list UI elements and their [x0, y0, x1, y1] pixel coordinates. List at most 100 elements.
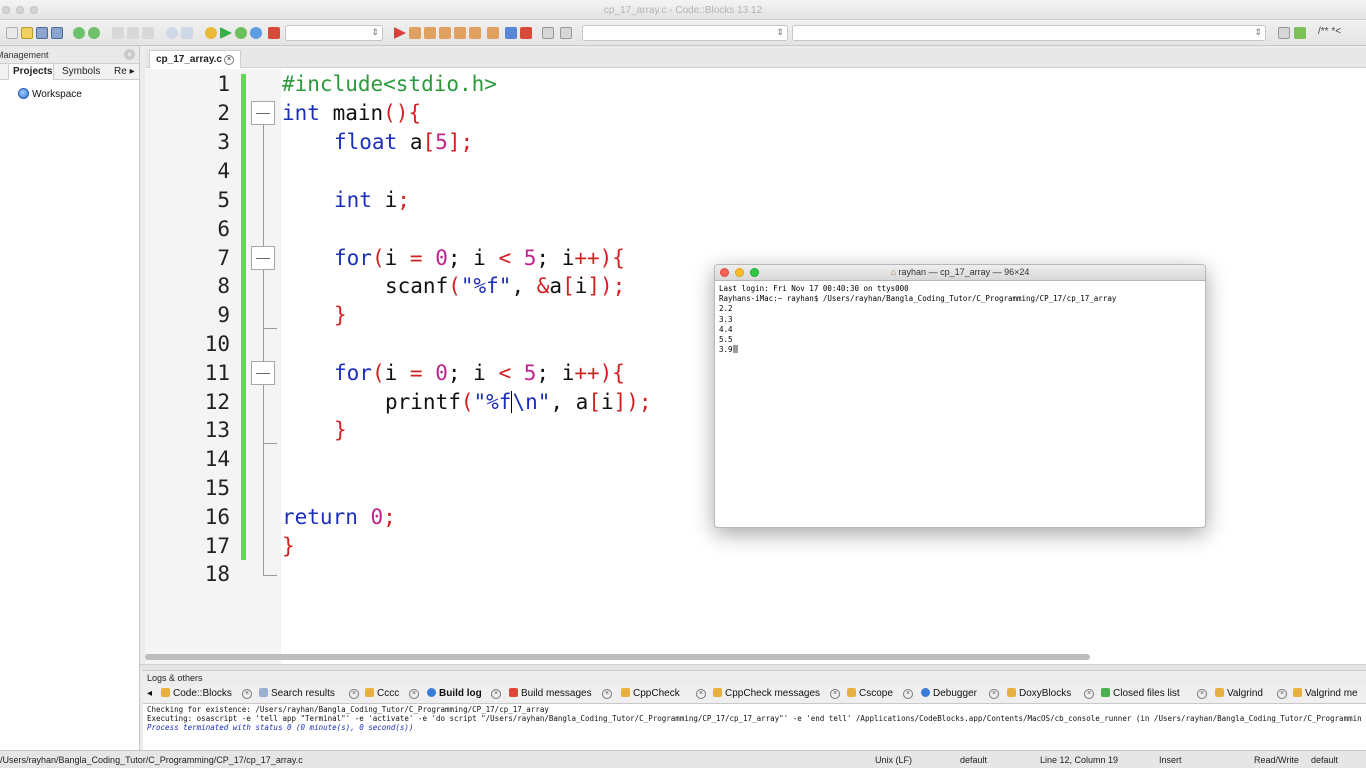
debug-icon[interactable]: [394, 27, 406, 39]
tree-item-workspace[interactable]: Workspace: [18, 88, 82, 100]
build-icon[interactable]: [205, 27, 217, 39]
bracket: (: [448, 274, 461, 298]
close-icon[interactable]: ×: [349, 689, 359, 699]
fold-toggle-for-1[interactable]: [251, 246, 275, 270]
run-to-cursor-icon[interactable]: [409, 27, 421, 39]
close-icon[interactable]: ×: [491, 689, 501, 699]
close-icon[interactable]: ×: [1197, 689, 1207, 699]
tab-search-results[interactable]: Search results: [259, 688, 335, 699]
pause-icon[interactable]: [505, 27, 517, 39]
run-icon[interactable]: [220, 27, 232, 39]
open-file-icon[interactable]: [21, 27, 33, 39]
tab-valgrind-messages[interactable]: Valgrind me: [1293, 688, 1358, 699]
code-line-12[interactable]: printf("%f\n", a[i]);: [385, 388, 652, 416]
find-icon[interactable]: [166, 27, 178, 39]
scope-select[interactable]: ⇕: [582, 25, 788, 41]
tab-label: Debugger: [933, 688, 977, 699]
terminal-window[interactable]: ⌂ rayhan — cp_17_array — 96×24 Last logi…: [714, 264, 1206, 528]
tab-debugger[interactable]: Debugger: [921, 688, 977, 699]
tab-resources[interactable]: Re ▸: [114, 64, 135, 80]
close-icon[interactable]: ×: [696, 689, 706, 699]
code-line-1[interactable]: #include<stdio.h>: [282, 70, 497, 98]
next-line-icon[interactable]: [424, 27, 436, 39]
close-icon[interactable]: ×: [989, 689, 999, 699]
new-file-icon[interactable]: [6, 27, 18, 39]
step-into-icon[interactable]: [439, 27, 451, 39]
tab-label: Code::Blocks: [173, 688, 232, 699]
status-eol: Unix (LF): [875, 755, 913, 765]
code-line-11[interactable]: for(i = 0; i < 5; i++){: [334, 359, 625, 387]
tab-cccc[interactable]: Cccc: [365, 688, 399, 699]
doxyblocks-comment-button[interactable]: /** *<: [1318, 26, 1341, 37]
bracket: [: [562, 274, 575, 298]
build-target-select[interactable]: ⇕: [285, 25, 383, 41]
close-icon[interactable]: ×: [602, 689, 612, 699]
fold-toggle-main[interactable]: [251, 101, 275, 125]
fold-toggle-for-2[interactable]: [251, 361, 275, 385]
jump-icon[interactable]: [1294, 27, 1306, 39]
cut-icon[interactable]: [112, 27, 124, 39]
close-icon[interactable]: ×: [124, 49, 135, 60]
debug-info-icon[interactable]: [560, 27, 572, 39]
tab-label: Build log: [439, 688, 482, 699]
line-number: 10: [204, 332, 230, 356]
replace-icon[interactable]: [181, 27, 193, 39]
terminal-output[interactable]: Last login: Fri Nov 17 00:40:30 on ttys0…: [715, 281, 1205, 358]
tab-codeblocks-log[interactable]: Code::Blocks: [161, 688, 232, 699]
paste-icon[interactable]: [142, 27, 154, 39]
build-run-icon[interactable]: [235, 27, 247, 39]
code-line-3[interactable]: float a[5];: [334, 128, 473, 156]
chevron-right-icon[interactable]: ▸: [130, 66, 135, 77]
toolbar: ⇕ ⇕ ⇕ /** *<: [0, 20, 1366, 46]
close-icon[interactable]: ×: [242, 689, 252, 699]
rebuild-icon[interactable]: [250, 27, 262, 39]
code-line-8[interactable]: scanf("%f", &a[i]);: [385, 272, 625, 300]
tab-projects[interactable]: Projects: [8, 64, 54, 80]
function-select[interactable]: ⇕: [792, 25, 1266, 41]
editor-tab-cp17[interactable]: cp_17_array.c ×: [149, 50, 241, 68]
step-instruction-icon[interactable]: [487, 27, 499, 39]
tab-valgrind[interactable]: Valgrind: [1215, 688, 1263, 699]
undo-icon[interactable]: [73, 27, 85, 39]
abort-icon[interactable]: [268, 27, 280, 39]
terminal-title-bar[interactable]: ⌂ rayhan — cp_17_array — 96×24: [715, 265, 1205, 281]
code-line-16[interactable]: return 0;: [282, 503, 396, 531]
horizontal-scrollbar[interactable]: [145, 654, 1090, 660]
step-out-icon[interactable]: [454, 27, 466, 39]
close-icon[interactable]: ×: [409, 689, 419, 699]
tab-closed-files-list[interactable]: Closed files list: [1101, 688, 1180, 699]
number: 5: [523, 246, 537, 270]
tab-doxyblocks[interactable]: DoxyBlocks: [1007, 688, 1071, 699]
debug-windows-icon[interactable]: [542, 27, 554, 39]
tab-label: Cscope: [859, 688, 893, 699]
tab-cppcheck-messages[interactable]: CppCheck messages: [713, 688, 820, 699]
save-icon[interactable]: [36, 27, 48, 39]
close-icon[interactable]: ×: [830, 689, 840, 699]
code-line-7[interactable]: for(i = 0; i < 5; i++){: [334, 244, 625, 272]
code-line-5[interactable]: int i;: [334, 186, 410, 214]
tab-build-log[interactable]: Build log: [427, 688, 482, 699]
code-line-13[interactable]: }: [334, 416, 347, 444]
redo-icon[interactable]: [88, 27, 100, 39]
tab-cppcheck[interactable]: CppCheck: [621, 688, 680, 699]
operator: =: [409, 361, 423, 385]
tab-symbols[interactable]: Symbols: [62, 64, 100, 80]
code-line-17[interactable]: }: [282, 532, 295, 560]
chevron-left-icon[interactable]: ◂: [147, 688, 152, 699]
copy-icon[interactable]: [127, 27, 139, 39]
code-completion-icon[interactable]: [1278, 27, 1290, 39]
close-icon[interactable]: ×: [1277, 689, 1287, 699]
save-all-icon[interactable]: [51, 27, 63, 39]
stop-debugger-icon[interactable]: [520, 27, 532, 39]
close-icon[interactable]: ×: [903, 689, 913, 699]
tab-cscope[interactable]: Cscope: [847, 688, 893, 699]
tab-build-messages[interactable]: Build messages: [509, 688, 592, 699]
valgrind-icon: [1215, 688, 1224, 697]
code-line-2[interactable]: int main(){: [282, 99, 421, 127]
code-line-9[interactable]: }: [334, 301, 347, 329]
status-cursor-position: Line 12, Column 19: [1040, 755, 1119, 765]
identifier: ; i: [447, 246, 499, 270]
next-instruction-icon[interactable]: [469, 27, 481, 39]
close-icon[interactable]: ×: [1084, 689, 1094, 699]
close-tab-icon[interactable]: ×: [224, 55, 234, 65]
